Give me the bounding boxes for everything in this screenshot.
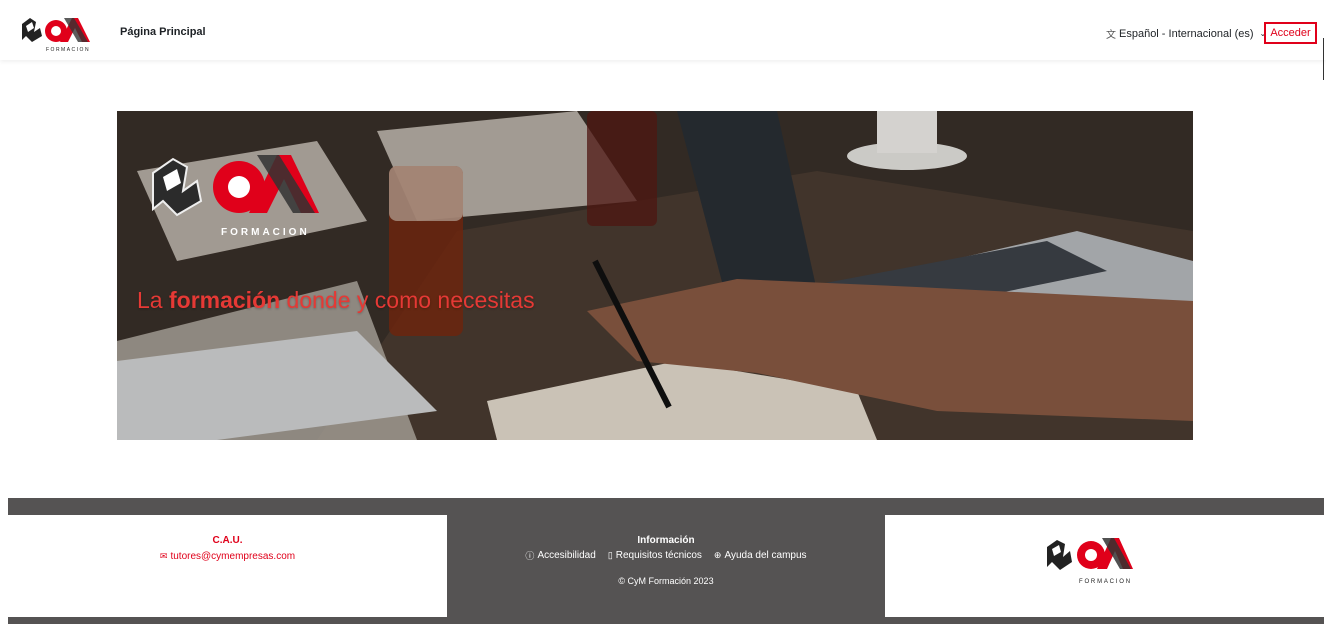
cau-title: C.A.U. — [212, 535, 243, 546]
footer-info: Información ⓘ Accesibilidad ▯ Requisitos… — [447, 515, 885, 617]
accessibility-link[interactable]: ⓘ Accesibilidad — [525, 549, 595, 562]
campus-help-link[interactable]: ⊕ Ayuda del campus — [714, 549, 807, 562]
language-icon: 文 — [1106, 30, 1116, 41]
footer-bottom-bar — [8, 617, 1324, 624]
svg-text:FORMACION: FORMACION — [221, 227, 310, 238]
home-link[interactable]: Página Principal — [120, 26, 206, 38]
cau-email-link[interactable]: ✉ tutores@cymempresas.com — [160, 551, 295, 562]
accessibility-label: Accesibilidad — [537, 550, 596, 561]
top-navbar: FORMACION Página Principal 文 Español - I… — [0, 0, 1326, 80]
cym-logo[interactable]: FORMACION — [20, 14, 100, 54]
footer-logo-panel: FORMACION — [885, 515, 1324, 617]
envelope-icon: ✉ — [159, 551, 168, 561]
svg-text:FORMACION: FORMACION — [46, 47, 90, 53]
campus-help-label: Ayuda del campus — [724, 550, 807, 561]
tech-requirements-label: Requisitos técnicos — [615, 550, 702, 561]
document-icon: ▯ — [607, 550, 613, 560]
info-links: ⓘ Accesibilidad ▯ Requisitos técnicos ⊕ … — [447, 549, 885, 562]
tech-requirements-link[interactable]: ▯ Requisitos técnicos — [608, 549, 702, 562]
life-ring-icon: ⊕ — [713, 550, 722, 560]
info-title: Información — [637, 535, 695, 546]
hero-banner: FORMACION La formación donde y como nece… — [117, 111, 1193, 440]
footer-cau: C.A.U. ✉ tutores@cymempresas.com — [8, 515, 447, 617]
language-label: Español - Internacional (es) — [1119, 27, 1254, 40]
hero-tagline: La formación donde y como necesitas — [137, 287, 535, 313]
cau-email: tutores@cymempresas.com — [170, 551, 296, 562]
svg-text:FORMACION: FORMACION — [1079, 579, 1132, 585]
login-button[interactable]: Acceder — [1264, 22, 1317, 44]
language-selector[interactable]: 文 Español - Internacional (es) ⌄ — [1106, 26, 1266, 42]
copyright: © CyM Formación 2023 — [618, 576, 714, 586]
hero-cym-logo: FORMACION — [152, 155, 319, 238]
info-circle-icon: ⓘ — [525, 551, 535, 561]
footer-cym-logo: FORMACION — [1047, 538, 1133, 585]
edge-divider — [1323, 38, 1324, 80]
footer-top-bar — [8, 498, 1324, 515]
